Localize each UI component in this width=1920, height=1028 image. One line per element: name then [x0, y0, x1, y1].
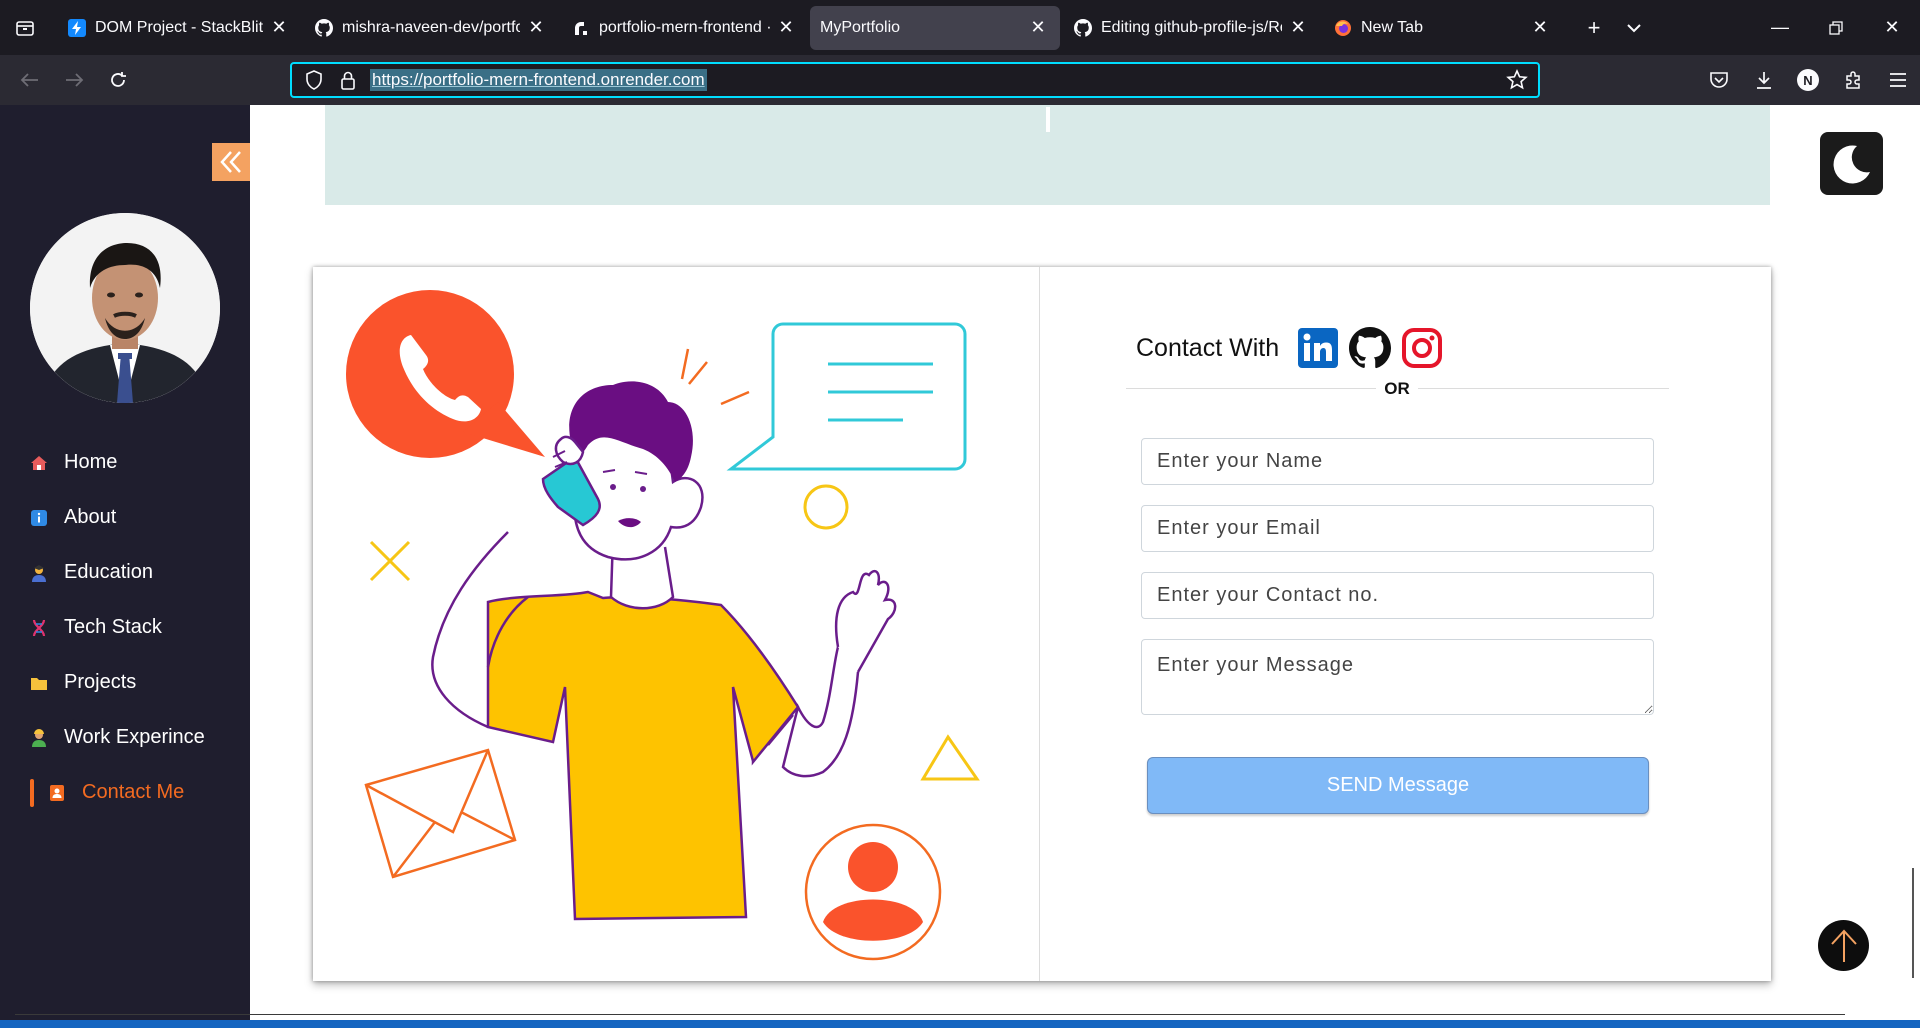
page-scrollbar[interactable] — [1912, 868, 1914, 978]
minimize-icon[interactable]: — — [1752, 0, 1808, 55]
dark-mode-toggle-button[interactable] — [1820, 132, 1883, 195]
menu-hamburger-icon[interactable] — [1875, 60, 1920, 100]
github-icon — [315, 18, 333, 37]
contact-card-icon — [48, 784, 66, 802]
back-arrow-icon[interactable] — [8, 60, 52, 100]
contact-with-row: Contact With — [1136, 327, 1453, 369]
downloads-icon[interactable] — [1741, 60, 1786, 100]
moon-icon — [1833, 144, 1870, 183]
contact-illustration — [313, 267, 1040, 981]
reload-icon[interactable] — [96, 60, 140, 100]
sidebar: Home About Education Tech Stack Projects — [0, 105, 250, 1028]
previous-section-band — [325, 105, 1770, 205]
url-text[interactable]: https://portfolio-mern-frontend.onrender… — [370, 69, 707, 91]
folder-icon — [30, 674, 48, 692]
account-avatar[interactable]: N — [1797, 69, 1819, 91]
firefox-icon — [1334, 19, 1352, 37]
forward-arrow-icon[interactable] — [52, 60, 96, 100]
close-tab-icon[interactable]: ✕ — [1028, 17, 1048, 38]
tab-title: MyPortfolio — [820, 18, 901, 36]
sidebar-item-label: Work Experince — [64, 726, 205, 748]
info-icon — [30, 509, 48, 527]
tab-title: Editing github-profile-js/Re — [1101, 18, 1282, 36]
name-input[interactable] — [1141, 438, 1654, 485]
window-controls: — ✕ — [1752, 0, 1920, 55]
tab-actions: + — [1574, 8, 1654, 48]
scroll-to-top-button[interactable] — [1818, 920, 1869, 971]
sidebar-item-work-experience[interactable]: Work Experince — [30, 710, 205, 765]
tab-render[interactable]: portfolio-mern-frontend · ✕ — [560, 6, 808, 50]
extensions-icon[interactable] — [1830, 60, 1875, 100]
tab-github-editing[interactable]: Editing github-profile-js/Re ✕ — [1062, 6, 1320, 50]
tab-overview-icon[interactable] — [0, 0, 50, 55]
sidebar-item-contact-me[interactable]: Contact Me — [30, 765, 205, 820]
home-icon — [30, 454, 48, 472]
address-bar[interactable]: https://portfolio-mern-frontend.onrender… — [290, 62, 1540, 98]
or-label: OR — [1376, 379, 1418, 399]
profile-photo — [30, 213, 220, 403]
double-chevron-left-icon — [220, 151, 241, 173]
collapse-sidebar-button[interactable] — [212, 143, 250, 181]
tab-title: New Tab — [1361, 18, 1423, 36]
close-window-icon[interactable]: ✕ — [1864, 0, 1920, 55]
github-icon — [1074, 18, 1092, 37]
close-tab-icon[interactable]: ✕ — [1288, 17, 1308, 38]
active-indicator — [30, 778, 34, 807]
contact-section: Contact With OR SEND Message — [313, 267, 1771, 981]
tab-github-portfolio[interactable]: mishra-naveen-dev/portfolio ✕ — [303, 6, 558, 50]
sidebar-item-label: About — [64, 506, 117, 528]
sidebar-item-label: Home — [64, 451, 118, 473]
footer-divider — [15, 1014, 1845, 1015]
tab-title: mishra-naveen-dev/portfolio — [342, 18, 520, 36]
message-textarea[interactable] — [1141, 639, 1654, 715]
avatar — [30, 213, 220, 403]
tracking-shield-icon[interactable] — [302, 68, 326, 92]
new-tab-plus-icon[interactable]: + — [1574, 8, 1614, 48]
list-all-tabs-chevron-icon[interactable] — [1614, 8, 1654, 48]
text-cursor — [1046, 107, 1050, 132]
send-message-button[interactable]: SEND Message — [1147, 757, 1649, 814]
worker-icon — [30, 728, 48, 747]
sidebar-item-about[interactable]: About — [30, 490, 205, 545]
github-icon[interactable] — [1349, 327, 1392, 369]
close-tab-icon[interactable]: ✕ — [776, 17, 796, 38]
student-icon — [30, 564, 48, 582]
sidebar-item-home[interactable]: Home — [30, 435, 205, 490]
restore-icon[interactable] — [1808, 0, 1864, 55]
or-divider: OR — [1126, 379, 1669, 399]
arrow-up-icon — [1830, 929, 1857, 962]
tab-stackblitz[interactable]: DOM Project - StackBlitz ✕ — [56, 6, 301, 50]
tab-new-tab[interactable]: New Tab ✕ — [1322, 6, 1562, 50]
close-tab-icon[interactable]: ✕ — [1530, 17, 1550, 38]
close-tab-icon[interactable]: ✕ — [526, 17, 546, 38]
person-on-phone-illustration — [346, 290, 980, 961]
browser-tab-bar: DOM Project - StackBlitz ✕ mishra-naveen… — [0, 0, 1920, 55]
render-icon — [572, 19, 590, 37]
tab-title: portfolio-mern-frontend · — [599, 18, 770, 36]
sidebar-item-tech-stack[interactable]: Tech Stack — [30, 600, 205, 655]
contact-with-heading: Contact With — [1136, 333, 1280, 362]
sidebar-item-label: Projects — [64, 671, 137, 693]
pocket-icon[interactable] — [1696, 60, 1741, 100]
footer-strip — [0, 1020, 1920, 1028]
sidebar-item-projects[interactable]: Projects — [30, 655, 205, 710]
tab-myportfolio[interactable]: MyPortfolio ✕ — [810, 5, 1060, 50]
dna-icon — [30, 619, 48, 637]
sidebar-item-education[interactable]: Education — [30, 545, 205, 600]
linkedin-icon[interactable] — [1297, 327, 1339, 369]
tab-title: DOM Project - StackBlitz — [95, 18, 263, 36]
stackblitz-icon — [68, 18, 86, 37]
contact-form-panel: Contact With OR SEND Message — [1040, 267, 1771, 981]
sidebar-item-label: Education — [64, 561, 153, 583]
toolbar-right: N — [1696, 55, 1920, 105]
sidebar-menu: Home About Education Tech Stack Projects — [30, 435, 205, 820]
email-input[interactable] — [1141, 505, 1654, 552]
contact-number-input[interactable] — [1141, 572, 1654, 619]
sidebar-item-label: Tech Stack — [64, 616, 162, 638]
instagram-icon[interactable] — [1401, 327, 1443, 369]
close-tab-icon[interactable]: ✕ — [269, 17, 289, 38]
sidebar-item-label: Contact Me — [82, 781, 185, 803]
bookmark-star-icon[interactable] — [1506, 69, 1528, 96]
lock-icon[interactable] — [336, 68, 360, 92]
